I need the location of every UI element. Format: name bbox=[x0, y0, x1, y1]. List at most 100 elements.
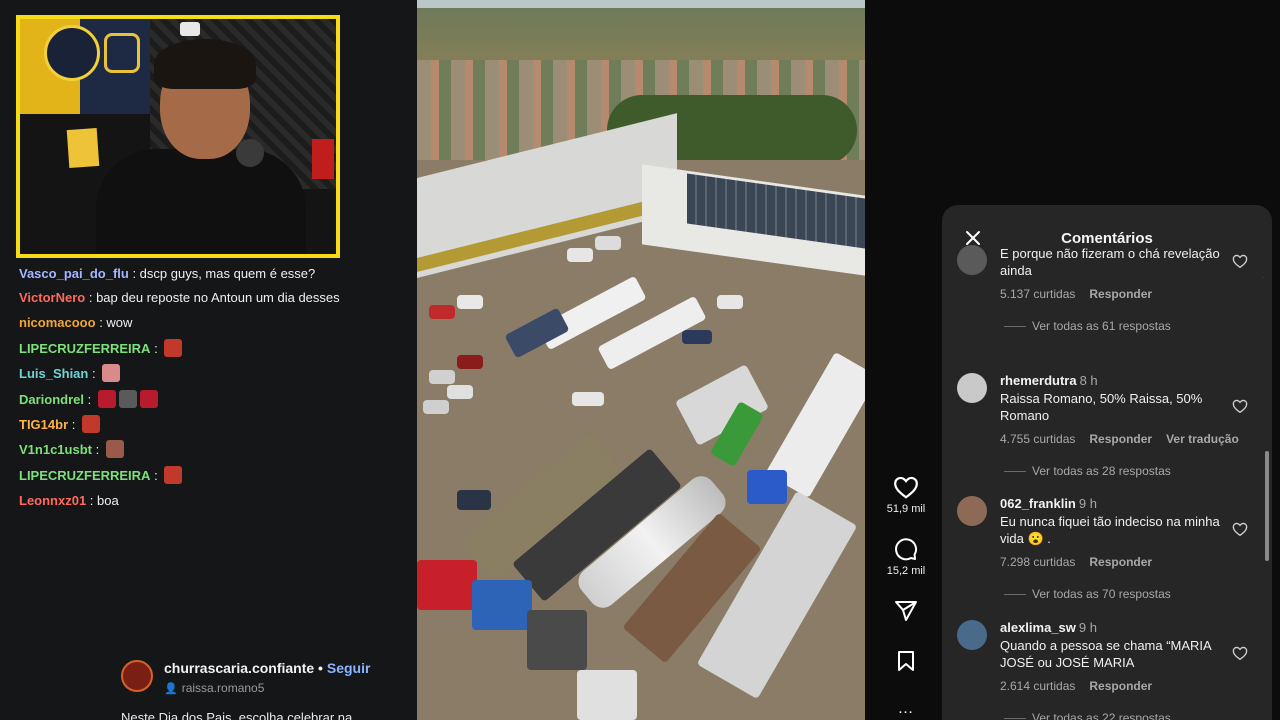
chat-emote-icon bbox=[105, 440, 124, 459]
video-dark-cab bbox=[527, 610, 587, 670]
video-car bbox=[572, 392, 604, 406]
chat-username[interactable]: Dariondrel bbox=[19, 392, 84, 407]
video-car bbox=[423, 400, 449, 414]
commenter-avatar[interactable] bbox=[957, 373, 987, 403]
view-replies-button[interactable]: Ver todas as 70 respostas bbox=[1004, 587, 1171, 601]
chat-username[interactable]: Vasco_pai_do_flu bbox=[19, 266, 129, 281]
reply-button[interactable]: Responder bbox=[1089, 432, 1152, 446]
commenter-avatar[interactable] bbox=[957, 245, 987, 275]
share-action bbox=[875, 600, 937, 622]
cam-crown bbox=[104, 33, 140, 73]
chat-username[interactable]: TIG14br bbox=[19, 417, 68, 432]
bookmark-icon[interactable] bbox=[896, 650, 916, 672]
chat-emote-icon bbox=[97, 389, 116, 408]
chat-emote-icon bbox=[164, 338, 183, 357]
comment-heart-icon[interactable] bbox=[1232, 398, 1248, 414]
live-chat: Vasco_pai_do_flu : dscp guys, mas quem é… bbox=[19, 261, 409, 514]
reply-button[interactable]: Responder bbox=[1089, 679, 1152, 693]
commenter-username[interactable]: rhemerdutra bbox=[1000, 373, 1077, 388]
webcam-overlay bbox=[16, 15, 340, 258]
video-red-cab bbox=[417, 560, 477, 610]
send-icon[interactable] bbox=[894, 600, 918, 622]
comment-meta: 4.755 curtidas Responder Ver tradução bbox=[1000, 432, 1253, 446]
reply-button[interactable]: Responder bbox=[1089, 287, 1152, 301]
chat-separator: : bbox=[86, 493, 98, 509]
author-avatar[interactable] bbox=[121, 660, 153, 692]
chat-username[interactable]: LIPECRUZFERREIRA bbox=[19, 468, 150, 483]
more-options-button[interactable]: … bbox=[875, 700, 937, 718]
comment-text: E porque não fizeram o chá revelação ain… bbox=[1000, 246, 1220, 278]
commenter-username[interactable]: 062_franklin bbox=[1000, 496, 1076, 511]
view-replies-button[interactable]: Ver todas as 22 respostas bbox=[1004, 711, 1171, 720]
reel-actions: 51,9 mil 15,2 mil … bbox=[875, 470, 937, 720]
scroll-thumb[interactable] bbox=[1265, 451, 1269, 561]
comment-like-count[interactable]: 5.137 curtidas bbox=[1000, 287, 1075, 301]
comment-count: 15,2 mil bbox=[886, 565, 926, 577]
streamer-hair bbox=[154, 39, 256, 89]
chat-text: boa bbox=[97, 493, 119, 509]
chat-username[interactable]: Luis_Shian bbox=[19, 366, 88, 381]
chat-separator: : bbox=[85, 290, 97, 306]
chat-emote-icon bbox=[81, 415, 100, 434]
comment-meta: 7.298 curtidas Responder bbox=[1000, 555, 1166, 569]
comment-heart-icon[interactable] bbox=[1232, 253, 1248, 269]
audio-credit[interactable]: 👤 raissa.romano5 bbox=[164, 681, 264, 695]
comment-header: rhemerdutra 8 h bbox=[1000, 373, 1098, 388]
chat-message: LIPECRUZFERREIRA : bbox=[19, 336, 409, 361]
chat-username[interactable]: Leonnxz01 bbox=[19, 493, 86, 508]
chat-username[interactable]: VictorNero bbox=[19, 290, 85, 305]
cam-emblem bbox=[44, 25, 100, 81]
chat-separator: : bbox=[150, 340, 162, 356]
chat-message: Vasco_pai_do_flu : dscp guys, mas quem é… bbox=[19, 261, 409, 286]
reply-button[interactable]: Responder bbox=[1089, 555, 1152, 569]
comment-like-count[interactable]: 7.298 curtidas bbox=[1000, 555, 1075, 569]
commenter-avatar[interactable] bbox=[957, 620, 987, 650]
commenter-avatar[interactable] bbox=[957, 496, 987, 526]
audio-label: raissa.romano5 bbox=[181, 681, 265, 695]
video-car bbox=[447, 385, 473, 399]
comment-icon[interactable] bbox=[894, 537, 918, 561]
comment-heart-icon[interactable] bbox=[1232, 521, 1248, 537]
comment-like-count[interactable]: 2.614 curtidas bbox=[1000, 679, 1075, 693]
heart-icon[interactable] bbox=[893, 475, 919, 499]
chat-message: LIPECRUZFERREIRA : bbox=[19, 463, 409, 488]
reel-video[interactable] bbox=[417, 0, 865, 720]
chat-separator: : bbox=[91, 442, 103, 458]
chat-message: VictorNero : bap deu reposte no Antoun u… bbox=[19, 286, 409, 310]
comment-time: 9 h bbox=[1078, 496, 1097, 511]
view-replies-button[interactable]: Ver todas as 61 respostas bbox=[1004, 319, 1171, 333]
chat-message: V1n1c1usbt : bbox=[19, 437, 409, 462]
post-caption: Neste Dia dos Pais, escolha celebrar na bbox=[121, 710, 353, 720]
chat-username[interactable]: LIPECRUZFERREIRA bbox=[19, 341, 150, 356]
chat-separator: : bbox=[88, 366, 100, 382]
chat-username[interactable]: V1n1c1usbt bbox=[19, 442, 92, 457]
video-car bbox=[567, 248, 593, 262]
chat-message: TIG14br : bbox=[19, 412, 409, 437]
comment-heart-icon[interactable] bbox=[1232, 645, 1248, 661]
chat-message: nicomacooo : wow bbox=[19, 310, 409, 335]
comments-scrollbar[interactable] bbox=[1264, 271, 1270, 720]
comment-like-count[interactable]: 4.755 curtidas bbox=[1000, 432, 1075, 446]
stream-panel: Vasco_pai_do_flu : dscp guys, mas quem é… bbox=[0, 0, 417, 720]
cam-book bbox=[66, 127, 100, 169]
follow-button[interactable]: Seguir bbox=[327, 660, 371, 676]
chat-text: wow bbox=[106, 315, 133, 331]
chat-message: Leonnxz01 : boa bbox=[19, 488, 409, 513]
comment-action: 15,2 mil bbox=[875, 537, 937, 577]
comments-panel: Comentários E porque não fizeram o chá r… bbox=[942, 205, 1272, 720]
comment-text: Eu nunca fiquei tão indeciso na minha vi… bbox=[1000, 514, 1220, 546]
commenter-username[interactable]: alexlima_sw bbox=[1000, 620, 1076, 635]
chat-text: bap deu reposte no Antoun um dia desses bbox=[96, 290, 340, 306]
video-car bbox=[457, 295, 483, 309]
view-replies-button[interactable]: Ver todas as 28 respostas bbox=[1004, 464, 1171, 478]
chat-username[interactable]: nicomacooo bbox=[19, 315, 96, 330]
video-blue-cab bbox=[472, 580, 532, 630]
see-translation-button[interactable]: Ver tradução bbox=[1166, 432, 1239, 446]
save-action bbox=[875, 650, 937, 672]
chat-separator: : bbox=[150, 467, 162, 483]
microphone-icon bbox=[236, 139, 264, 167]
separator-dot: • bbox=[314, 660, 327, 676]
author-name[interactable]: churrascaria.confiante bbox=[164, 660, 314, 676]
chat-emote-icon bbox=[102, 364, 121, 383]
chat-separator: : bbox=[68, 417, 79, 433]
